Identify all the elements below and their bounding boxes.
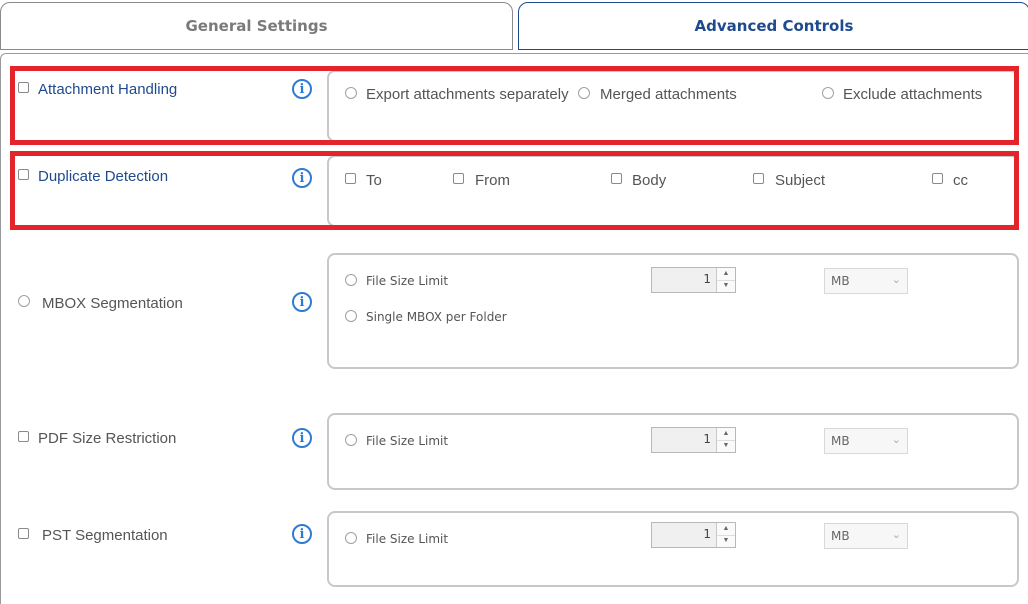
duplicate-to-label: To bbox=[366, 172, 382, 189]
pdf-unit-select[interactable]: MB ⌄ bbox=[824, 428, 908, 454]
pdf-size-restriction-label: PDF Size Restriction bbox=[38, 430, 177, 447]
mbox-file-size-radio[interactable] bbox=[345, 274, 357, 286]
mbox-size-stepper[interactable]: 1 ▲ ▼ bbox=[651, 267, 736, 293]
stepper-down-icon[interactable]: ▼ bbox=[717, 440, 735, 452]
pdf-size-stepper[interactable]: 1 ▲ ▼ bbox=[651, 427, 736, 453]
export-separately-label: Export attachments separately bbox=[366, 86, 569, 103]
stepper-down-icon[interactable]: ▼ bbox=[717, 535, 735, 547]
merged-attachments-label: Merged attachments bbox=[600, 86, 737, 103]
duplicate-body-checkbox[interactable] bbox=[611, 173, 622, 184]
duplicate-cc-checkbox[interactable] bbox=[932, 173, 943, 184]
mbox-single-folder-label: Single MBOX per Folder bbox=[366, 310, 507, 324]
exclude-attachments-label: Exclude attachments bbox=[843, 86, 983, 103]
duplicate-cc-label: cc bbox=[953, 172, 968, 189]
mbox-unit-select[interactable]: MB ⌄ bbox=[824, 268, 908, 294]
attachment-handling-label: Attachment Handling bbox=[38, 81, 178, 98]
stepper-down-icon[interactable]: ▼ bbox=[717, 280, 735, 292]
mbox-segmentation-radio[interactable] bbox=[18, 295, 30, 307]
pst-size-value: 1 bbox=[703, 527, 711, 541]
duplicate-from-label: From bbox=[475, 172, 510, 189]
export-separately-radio[interactable] bbox=[345, 87, 357, 99]
pdf-file-size-radio[interactable] bbox=[345, 434, 357, 446]
pdf-info-icon[interactable]: i bbox=[292, 428, 312, 448]
mbox-segmentation-label: MBOX Segmentation bbox=[42, 295, 183, 312]
pdf-unit-value: MB bbox=[831, 434, 850, 448]
chevron-down-icon: ⌄ bbox=[891, 529, 901, 541]
duplicate-subject-label: Subject bbox=[775, 172, 826, 189]
chevron-down-icon: ⌄ bbox=[891, 274, 901, 286]
pdf-file-size-label: File Size Limit bbox=[366, 434, 449, 448]
duplicate-info-icon[interactable]: i bbox=[292, 168, 312, 188]
tab-general-settings[interactable]: General Settings bbox=[0, 2, 513, 50]
mbox-single-folder-radio[interactable] bbox=[345, 310, 357, 322]
chevron-down-icon: ⌄ bbox=[891, 434, 901, 446]
duplicate-to-checkbox[interactable] bbox=[345, 173, 356, 184]
attachment-options-box bbox=[327, 70, 1019, 142]
pdf-size-value: 1 bbox=[703, 432, 711, 446]
pst-file-size-label: File Size Limit bbox=[366, 532, 449, 546]
pst-info-icon[interactable]: i bbox=[292, 524, 312, 544]
pst-segmentation-checkbox[interactable] bbox=[18, 528, 29, 539]
exclude-attachments-radio[interactable] bbox=[822, 87, 834, 99]
merged-attachments-radio[interactable] bbox=[578, 87, 590, 99]
attachment-info-icon[interactable]: i bbox=[292, 79, 312, 99]
pst-segmentation-label: PST Segmentation bbox=[42, 527, 168, 544]
mbox-unit-value: MB bbox=[831, 274, 850, 288]
pst-unit-select[interactable]: MB ⌄ bbox=[824, 523, 908, 549]
pst-size-stepper[interactable]: 1 ▲ ▼ bbox=[651, 522, 736, 548]
pdf-size-restriction-checkbox[interactable] bbox=[18, 431, 29, 442]
pst-file-size-radio[interactable] bbox=[345, 532, 357, 544]
attachment-handling-checkbox[interactable] bbox=[18, 82, 29, 93]
mbox-file-size-label: File Size Limit bbox=[366, 274, 449, 288]
tab-advanced-controls[interactable]: Advanced Controls bbox=[518, 2, 1028, 50]
duplicate-subject-checkbox[interactable] bbox=[753, 173, 764, 184]
mbox-size-value: 1 bbox=[703, 272, 711, 286]
duplicate-options-box bbox=[327, 155, 1019, 227]
pst-unit-value: MB bbox=[831, 529, 850, 543]
duplicate-detection-checkbox[interactable] bbox=[18, 169, 29, 180]
duplicate-from-checkbox[interactable] bbox=[453, 173, 464, 184]
duplicate-body-label: Body bbox=[632, 172, 667, 189]
mbox-info-icon[interactable]: i bbox=[292, 292, 312, 312]
duplicate-detection-label: Duplicate Detection bbox=[38, 168, 169, 185]
